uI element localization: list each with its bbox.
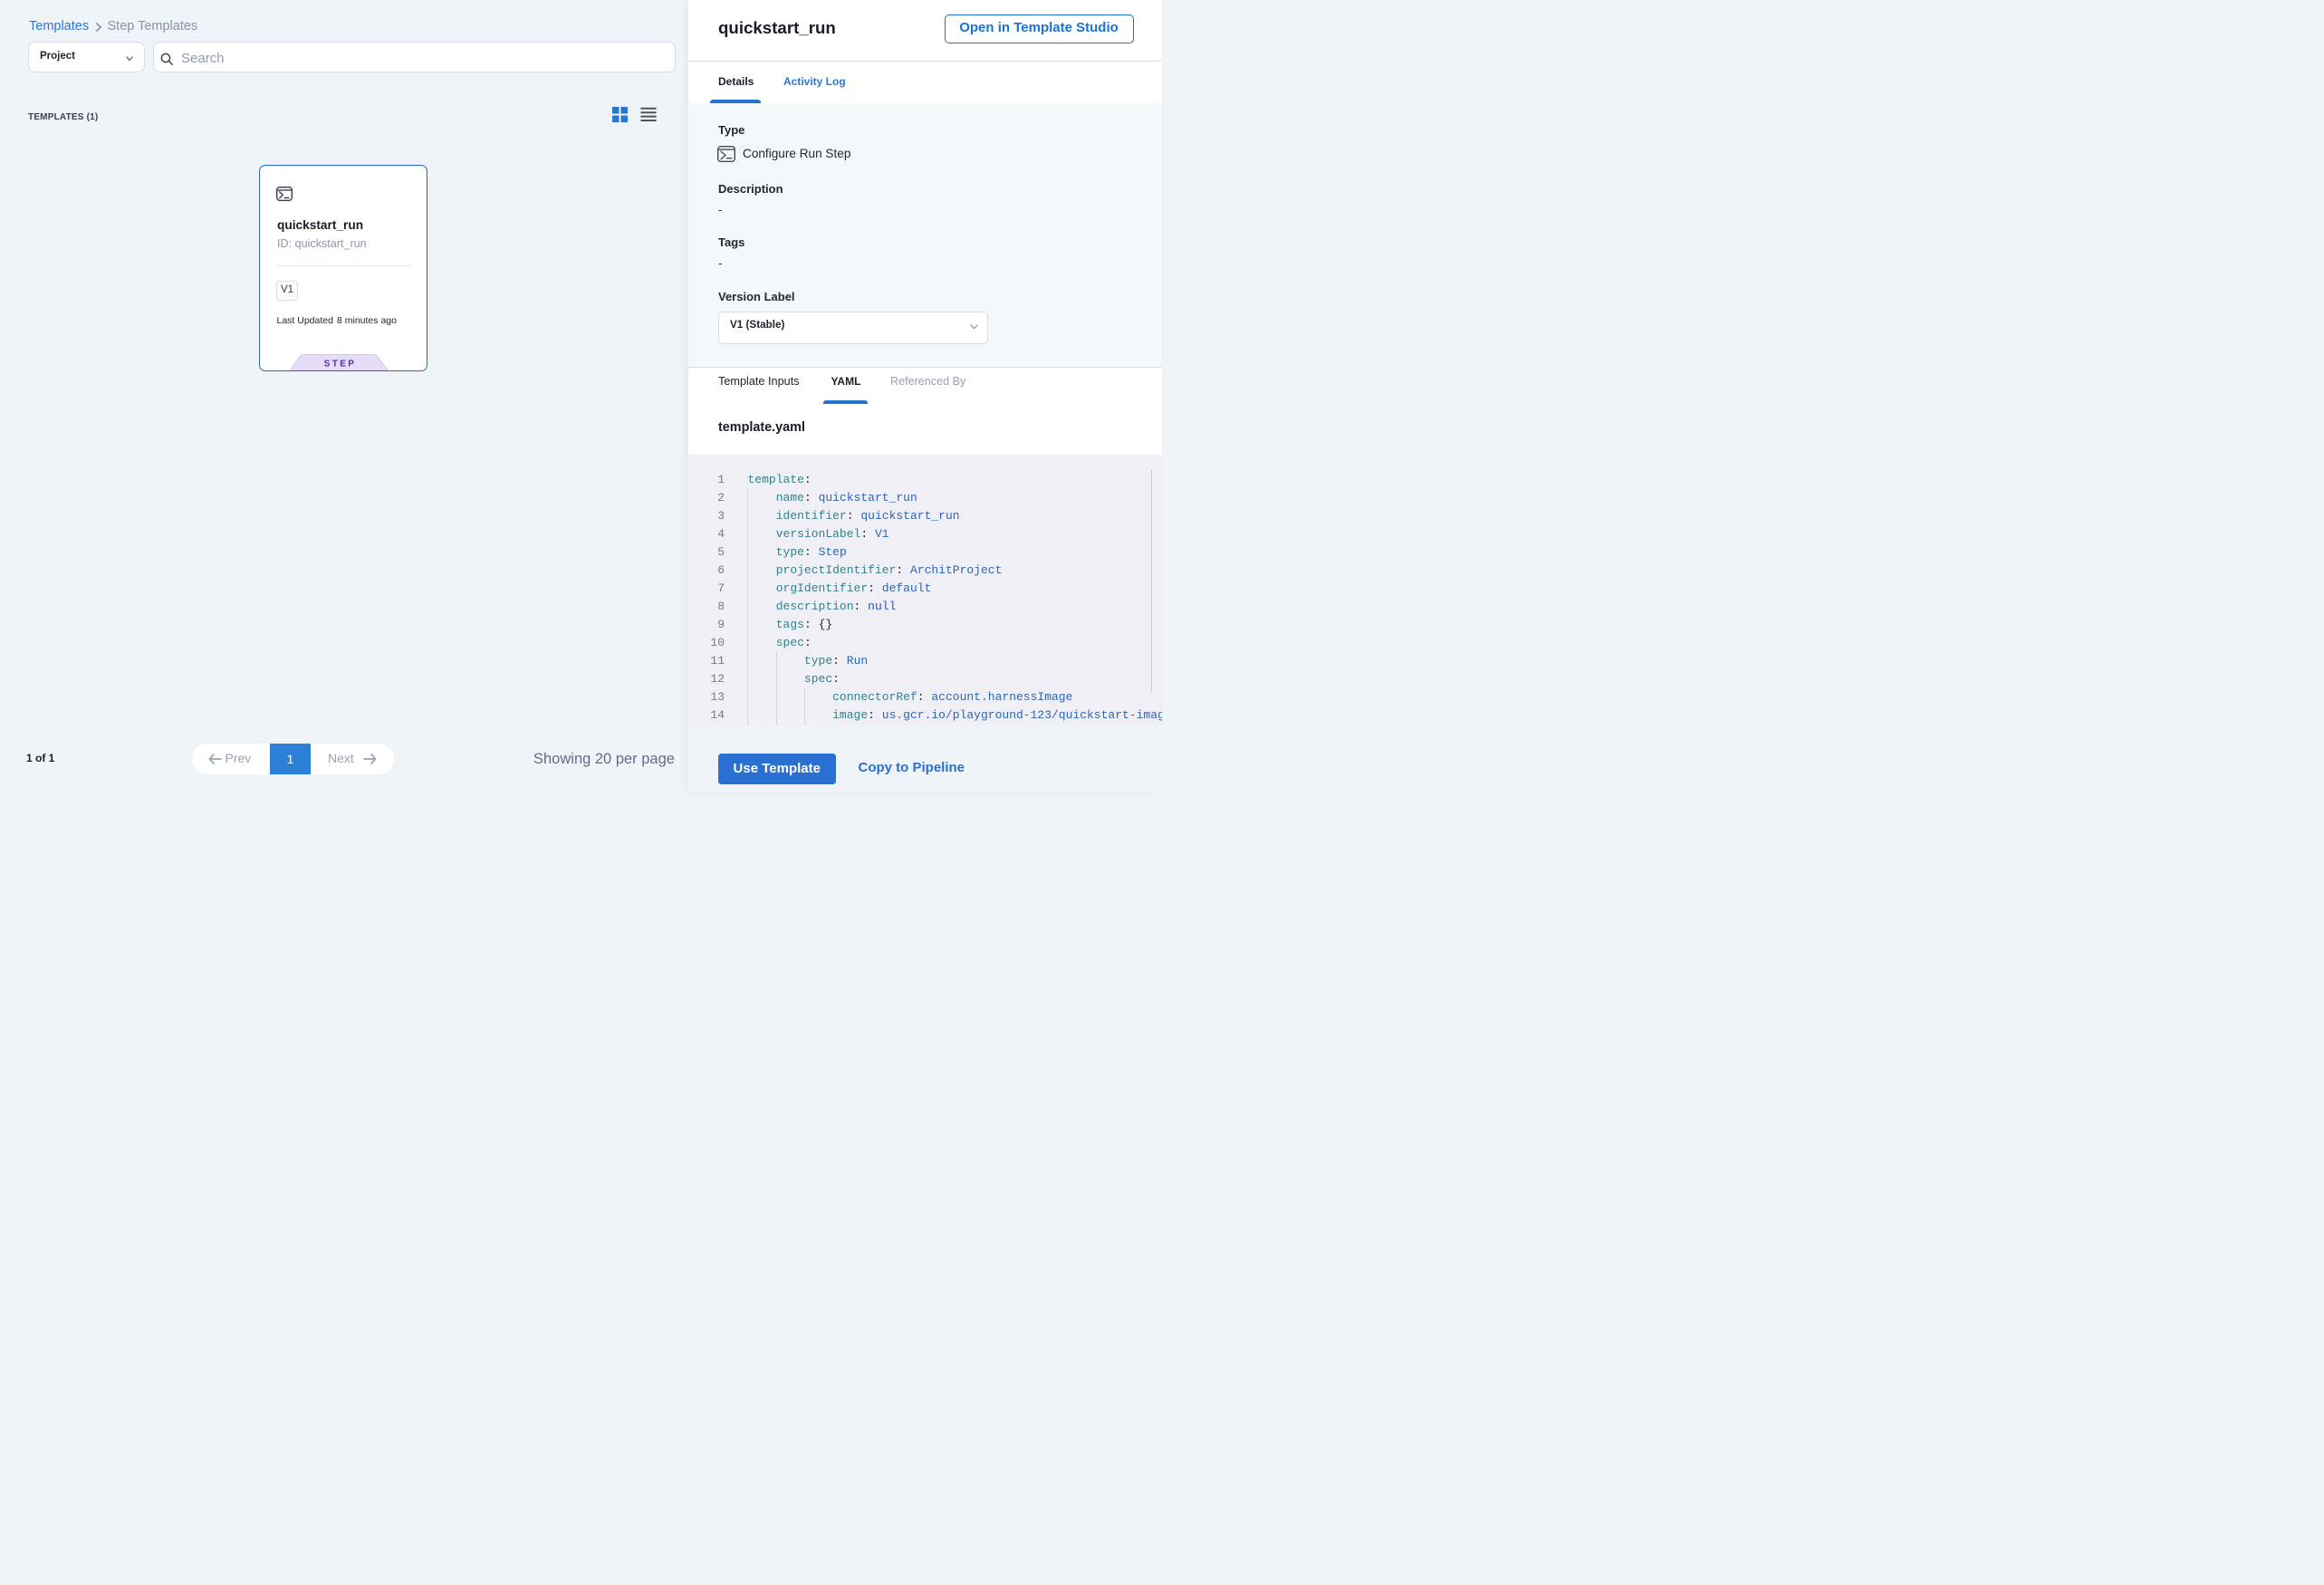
svg-text:STEP: STEP: [323, 360, 356, 370]
